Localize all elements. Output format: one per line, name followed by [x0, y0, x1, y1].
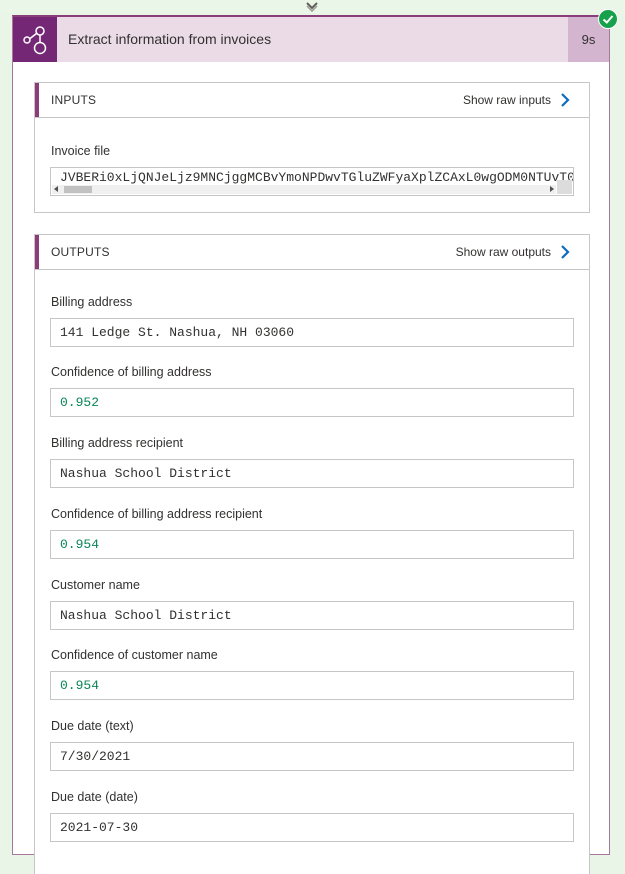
scroll-corner: [557, 180, 572, 194]
invoice-file-label: Invoice file: [51, 144, 111, 158]
billing-address-field[interactable]: 141 Ledge St. Nashua, NH 03060: [50, 318, 574, 347]
action-title: Extract information from invoices: [68, 31, 272, 47]
horizontal-scrollbar[interactable]: [52, 185, 556, 194]
customer-name-label: Customer name: [51, 578, 140, 592]
due-date-date-field[interactable]: 2021-07-30: [50, 813, 574, 842]
success-check-icon: [598, 9, 618, 29]
inputs-header: INPUTS Show raw inputs: [35, 83, 589, 118]
scroll-right-icon[interactable]: [550, 186, 554, 192]
section-accent-bar: [35, 83, 39, 117]
connector-arrow-icon: [306, 2, 318, 12]
inputs-title: INPUTS: [51, 93, 97, 107]
invoice-file-value: JVBERi0xLjQNJeLjz9MNCjggMCBvYmoNPDwvTGlu…: [60, 170, 574, 185]
scroll-thumb[interactable]: [64, 186, 92, 193]
outputs-section: OUTPUTS Show raw outputs Billing address…: [34, 234, 590, 874]
billing-address-recipient-field[interactable]: Nashua School District: [50, 459, 574, 488]
customer-name-confidence-field[interactable]: 0.954: [50, 671, 574, 700]
action-card: Extract information from invoices 9s INP…: [12, 15, 610, 874]
due-date-text-field[interactable]: 7/30/2021: [50, 742, 574, 771]
invoice-file-field[interactable]: JVBERi0xLjQNJeLjz9MNCjggMCBvYmoNPDwvTGlu…: [50, 167, 574, 196]
billing-address-recipient-label: Billing address recipient: [51, 436, 184, 450]
outputs-title: OUTPUTS: [51, 245, 110, 259]
inputs-section: INPUTS Show raw inputs Invoice file JVBE…: [34, 82, 590, 213]
billing-address-recipient-confidence-label: Confidence of billing address recipient: [51, 507, 263, 521]
due-date-text-label: Due date (text): [51, 719, 134, 733]
ai-builder-icon: [13, 17, 57, 62]
customer-name-field[interactable]: Nashua School District: [50, 601, 574, 630]
scroll-left-icon[interactable]: [54, 186, 58, 192]
billing-address-label: Billing address: [51, 295, 133, 309]
billing-address-recipient-confidence-field[interactable]: 0.954: [50, 530, 574, 559]
customer-name-confidence-label: Confidence of customer name: [51, 648, 218, 662]
show-raw-inputs-link[interactable]: Show raw inputs: [463, 83, 551, 117]
action-header[interactable]: Extract information from invoices 9s: [13, 17, 609, 62]
chevron-right-icon[interactable]: [559, 92, 571, 108]
due-date-date-label: Due date (date): [51, 790, 138, 804]
section-accent-bar: [35, 235, 39, 269]
outputs-header: OUTPUTS Show raw outputs: [35, 235, 589, 270]
billing-address-confidence-field[interactable]: 0.952: [50, 388, 574, 417]
billing-address-confidence-label: Confidence of billing address: [51, 365, 212, 379]
chevron-right-icon[interactable]: [559, 244, 571, 260]
show-raw-outputs-link[interactable]: Show raw outputs: [456, 235, 551, 269]
